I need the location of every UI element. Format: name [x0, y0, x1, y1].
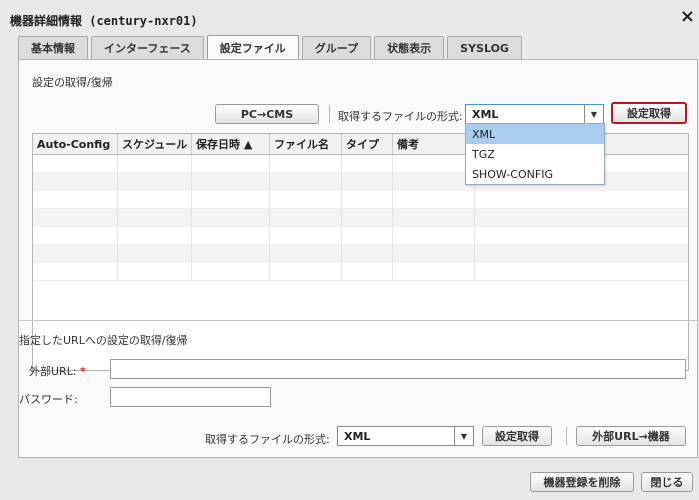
table-row[interactable] — [33, 191, 688, 209]
format-select-value: XML — [472, 108, 499, 121]
format-option-show-config[interactable]: SHOW-CONFIG — [466, 164, 604, 184]
close-icon[interactable]: × — [680, 8, 695, 26]
url-to-device-button[interactable]: 外部URL→機器 — [576, 426, 686, 446]
format-dropdown-list: XML TGZ SHOW-CONFIG — [465, 123, 605, 185]
column-header-file-name[interactable]: ファイル名 — [270, 134, 342, 154]
format-label: 取得するファイルの形式: — [338, 110, 463, 123]
url-format-label: 取得するファイルの形式: — [205, 433, 330, 446]
external-url-label-text: 外部URL: — [29, 365, 77, 378]
url-format-select-value: XML — [344, 430, 371, 443]
password-label: パスワード: — [19, 393, 78, 406]
tab-config-files[interactable]: 設定ファイル — [206, 35, 299, 60]
table-row[interactable] — [33, 227, 688, 245]
format-select[interactable]: XML ▼ — [465, 104, 604, 124]
table-row[interactable] — [33, 245, 688, 263]
url-get-settings-button[interactable]: 設定取得 — [482, 426, 552, 446]
format-option-tgz[interactable]: TGZ — [466, 144, 604, 164]
config-files-panel: 設定の取得/復帰 PC→CMS 取得するファイルの形式: XML ▼ 設定取得 … — [18, 59, 698, 458]
close-button[interactable]: 閉じる — [641, 472, 693, 492]
required-marker: * — [80, 365, 86, 378]
url-format-select[interactable]: XML ▼ — [337, 426, 474, 446]
url-toolbar-divider — [566, 427, 567, 445]
format-option-xml[interactable]: XML — [466, 124, 604, 144]
section-title-get-restore: 設定の取得/復帰 — [32, 76, 113, 89]
chevron-down-icon[interactable]: ▼ — [454, 427, 473, 445]
external-url-input[interactable] — [110, 359, 686, 379]
delete-device-registration-button[interactable]: 機器登録を削除 — [530, 472, 634, 492]
external-url-label: 外部URL: * — [29, 363, 86, 379]
title-bar: 機器詳細情報 (century-nxr01) × — [0, 0, 699, 36]
tab-syslog[interactable]: SYSLOG — [447, 36, 522, 59]
password-input[interactable] — [110, 387, 271, 407]
section-divider — [19, 320, 697, 321]
window-title: 機器詳細情報 (century-nxr01) — [10, 14, 198, 28]
toolbar-divider — [329, 105, 330, 123]
tab-basic-info[interactable]: 基本情報 — [18, 36, 88, 59]
get-settings-button[interactable]: 設定取得 — [611, 102, 687, 124]
table-row[interactable] — [33, 263, 688, 281]
column-header-saved-datetime[interactable]: 保存日時 ▲ — [192, 134, 270, 154]
column-header-type[interactable]: タイプ — [342, 134, 393, 154]
tab-bar: 基本情報 インターフェース 設定ファイル グループ 状態表示 SYSLOG — [18, 35, 522, 60]
tab-interfaces[interactable]: インターフェース — [91, 36, 204, 59]
chevron-down-icon[interactable]: ▼ — [584, 105, 603, 123]
pc-to-cms-button[interactable]: PC→CMS — [215, 104, 319, 124]
column-header-auto-config[interactable]: Auto-Config — [33, 134, 118, 154]
column-header-notes[interactable]: 備考 — [393, 134, 475, 154]
column-header-schedule[interactable]: スケジュール — [118, 134, 192, 154]
section-title-url-get-restore: 指定したURLへの設定の取得/復帰 — [19, 334, 188, 347]
table-row[interactable] — [33, 209, 688, 227]
tab-status[interactable]: 状態表示 — [374, 36, 445, 59]
tab-groups[interactable]: グループ — [301, 36, 372, 59]
